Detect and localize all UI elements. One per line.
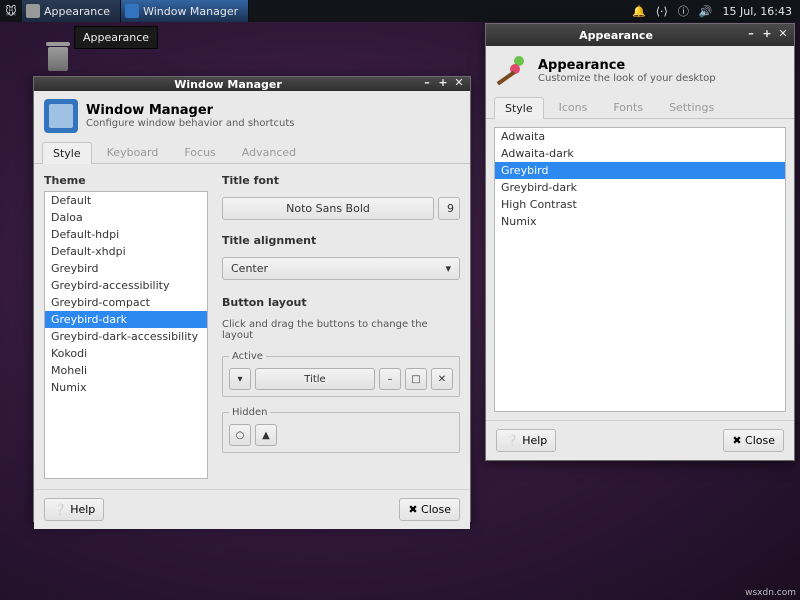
active-legend: Active (229, 351, 266, 362)
theme-item[interactable]: Default-hdpi (45, 226, 207, 243)
header-subtitle: Customize the look of your desktop (538, 73, 716, 84)
theme-item[interactable]: Default-xhdpi (45, 243, 207, 260)
titlealign-label: Title alignment (222, 234, 460, 247)
theme-item[interactable]: Greybird-dark-accessibility (45, 328, 207, 345)
hidden-buttons-group: Hidden ○ ▲ (222, 407, 460, 453)
close-button[interactable]: ✖ Close (399, 498, 460, 521)
wm-button-menu[interactable]: ▾ (229, 368, 251, 390)
taskbar-tooltip: Appearance (74, 26, 158, 49)
taskbar-app-appearance[interactable]: Appearance (22, 0, 121, 22)
wm-button-shade[interactable]: ○ (229, 424, 251, 446)
window-manager-window: Window Manager – + ✕ Window Manager Conf… (33, 76, 471, 522)
tab-settings[interactable]: Settings (658, 96, 725, 118)
appearance-icon (496, 54, 530, 88)
top-panel: 🐭 Appearance Window Manager 🔔 ⟨·⟩ ⓘ 🔊 15… (0, 0, 800, 22)
theme-item[interactable]: Greybird-dark (45, 311, 207, 328)
tab-style[interactable]: Style (42, 142, 92, 164)
watermark: wsxdn.com (745, 588, 796, 598)
close-button[interactable]: ✖ Close (723, 429, 784, 452)
window-manager-icon (44, 99, 78, 133)
wm-button-minimize[interactable]: – (379, 368, 401, 390)
help-button[interactable]: ❔ Help (496, 429, 556, 452)
system-tray: 🔔 ⟨·⟩ ⓘ 🔊 15 Jul, 16:43 (632, 3, 800, 19)
theme-item[interactable]: Kokodi (45, 345, 207, 362)
theme-item[interactable]: Daloa (45, 209, 207, 226)
appr-footer: ❔ Help ✖ Close (486, 420, 794, 460)
style-item[interactable]: High Contrast (495, 196, 785, 213)
wm-button-stick[interactable]: ▲ (255, 424, 277, 446)
wm-tabs: Style Keyboard Focus Advanced (34, 141, 470, 164)
maximize-button[interactable]: + (760, 28, 774, 42)
tab-advanced[interactable]: Advanced (231, 141, 307, 163)
tab-focus[interactable]: Focus (173, 141, 226, 163)
hidden-legend: Hidden (229, 407, 270, 418)
info-icon[interactable]: ⓘ (678, 3, 689, 19)
titlefont-size[interactable]: 9 (438, 197, 460, 220)
theme-item[interactable]: Greybird-compact (45, 294, 207, 311)
theme-item[interactable]: Greybird (45, 260, 207, 277)
wm-button-close[interactable]: ✕ (431, 368, 453, 390)
style-item[interactable]: Greybird-dark (495, 179, 785, 196)
wm-footer: ❔ Help ✖ Close (34, 489, 470, 529)
theme-list[interactable]: DefaultDaloaDefault-hdpiDefault-xhdpiGre… (44, 191, 208, 479)
bell-icon[interactable]: 🔔 (632, 5, 646, 18)
taskbar-app-window-manager[interactable]: Window Manager (121, 0, 249, 22)
wm-button-title[interactable]: Title (255, 368, 375, 390)
theme-item[interactable]: Moheli (45, 362, 207, 379)
trash-icon[interactable] (44, 42, 72, 74)
theme-label: Theme (44, 174, 208, 187)
tab-fonts[interactable]: Fonts (602, 96, 654, 118)
app-icon-appearance (26, 4, 40, 18)
help-button[interactable]: ❔ Help (44, 498, 104, 521)
wm-button-maximize[interactable]: □ (405, 368, 427, 390)
header-subtitle: Configure window behavior and shortcuts (86, 118, 295, 129)
window-header: Appearance Customize the look of your de… (486, 46, 794, 96)
tab-icons[interactable]: Icons (548, 96, 599, 118)
window-title: Window Manager (38, 78, 418, 91)
header-title: Appearance (538, 58, 716, 73)
network-icon[interactable]: ⟨·⟩ (656, 5, 668, 18)
titlebar[interactable]: Window Manager – + ✕ (34, 77, 470, 91)
minimize-button[interactable]: – (744, 28, 758, 42)
style-item[interactable]: Adwaita-dark (495, 145, 785, 162)
close-button[interactable]: ✕ (776, 28, 790, 42)
app-icon-window-manager (125, 4, 139, 18)
header-title: Window Manager (86, 103, 295, 118)
tab-style[interactable]: Style (494, 97, 544, 119)
theme-item[interactable]: Default (45, 192, 207, 209)
style-item[interactable]: Numix (495, 213, 785, 230)
theme-item[interactable]: Greybird-accessibility (45, 277, 207, 294)
close-button[interactable]: ✕ (452, 77, 466, 91)
taskbar-label: Appearance (44, 5, 110, 18)
titlefont-button[interactable]: Noto Sans Bold (222, 197, 434, 220)
buttonlayout-label: Button layout (222, 296, 460, 309)
minimize-button[interactable]: – (420, 77, 434, 91)
window-header: Window Manager Configure window behavior… (34, 91, 470, 141)
titlefont-label: Title font (222, 174, 460, 187)
whisker-menu-icon[interactable]: 🐭 (0, 0, 22, 22)
buttonlayout-hint: Click and drag the buttons to change the… (222, 319, 460, 341)
tab-keyboard[interactable]: Keyboard (96, 141, 170, 163)
appearance-window: Appearance – + ✕ Appearance Customize th… (485, 23, 795, 461)
style-item[interactable]: Greybird (495, 162, 785, 179)
volume-icon[interactable]: 🔊 (699, 5, 713, 18)
appr-tabs: Style Icons Fonts Settings (486, 96, 794, 119)
window-title: Appearance (490, 29, 742, 42)
chevron-down-icon: ▾ (445, 262, 451, 275)
clock[interactable]: 15 Jul, 16:43 (723, 5, 792, 18)
style-item[interactable]: Adwaita (495, 128, 785, 145)
maximize-button[interactable]: + (436, 77, 450, 91)
theme-item[interactable]: Numix (45, 379, 207, 396)
active-buttons-group: Active ▾ Title – □ ✕ (222, 351, 460, 397)
style-list[interactable]: AdwaitaAdwaita-darkGreybirdGreybird-dark… (494, 127, 786, 412)
taskbar-label: Window Manager (143, 5, 238, 18)
titlealign-select[interactable]: Center ▾ (222, 257, 460, 280)
desktop: 🐭 Appearance Window Manager 🔔 ⟨·⟩ ⓘ 🔊 15… (0, 0, 800, 600)
titlebar[interactable]: Appearance – + ✕ (486, 24, 794, 46)
